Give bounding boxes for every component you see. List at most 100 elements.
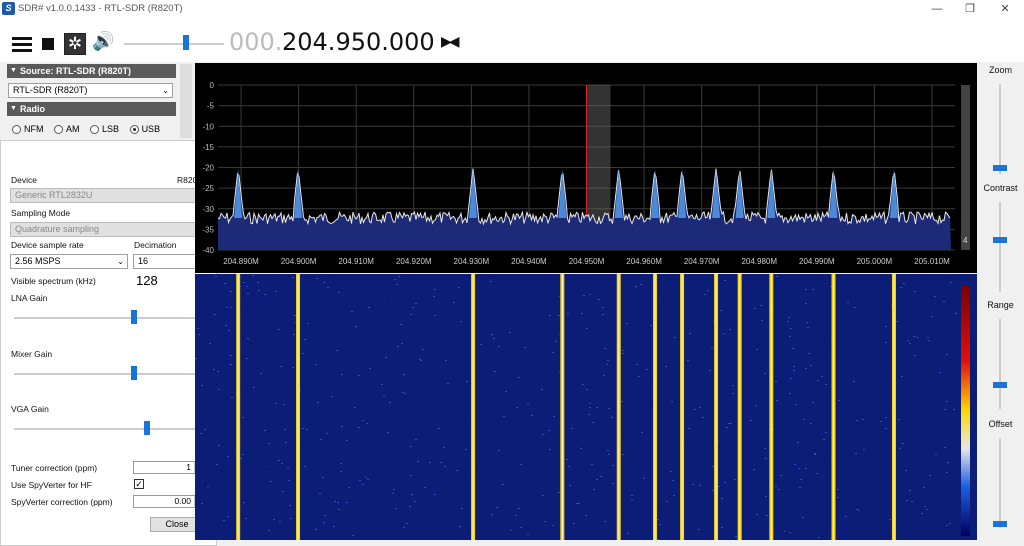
mixer-gain-slider[interactable] xyxy=(14,373,199,375)
noise-speck xyxy=(243,502,245,503)
zoom-slider[interactable] xyxy=(999,84,1001,174)
radio-am[interactable]: AM xyxy=(54,124,80,134)
noise-speck xyxy=(597,500,599,501)
noise-speck xyxy=(387,297,389,298)
noise-speck xyxy=(812,289,814,290)
noise-speck xyxy=(810,423,812,424)
offset-slider-thumb[interactable] xyxy=(993,521,1007,527)
noise-speck xyxy=(662,297,664,298)
noise-speck xyxy=(552,352,554,353)
noise-speck xyxy=(544,335,546,336)
noise-speck xyxy=(689,333,691,334)
noise-speck xyxy=(252,275,254,276)
radio-lsb[interactable]: LSB xyxy=(90,124,119,134)
close-window-button[interactable]: ✕ xyxy=(990,0,1020,18)
noise-speck xyxy=(355,326,357,327)
noise-speck xyxy=(878,410,880,411)
noise-speck xyxy=(332,296,334,297)
volume-slider-thumb[interactable] xyxy=(183,35,189,50)
radio-section-header[interactable]: Radio xyxy=(7,102,176,116)
y-tick-label: -5 xyxy=(207,102,215,111)
offset-slider[interactable] xyxy=(999,438,1001,528)
noise-speck xyxy=(260,373,262,374)
noise-speck xyxy=(818,537,820,538)
x-tick-label: 205.000M xyxy=(857,257,893,266)
noise-speck xyxy=(382,385,384,386)
radio-usb[interactable]: USB xyxy=(129,124,160,134)
speaker-icon[interactable]: 🔊 xyxy=(92,31,114,52)
vga-gain-slider[interactable] xyxy=(14,428,199,430)
restore-button[interactable]: ❐ xyxy=(955,0,985,18)
noise-speck xyxy=(631,495,633,496)
noise-speck xyxy=(607,360,609,361)
sample-rate-select[interactable]: 2.56 MSPS ⌄ xyxy=(10,254,128,269)
radio-nfm[interactable]: NFM xyxy=(12,124,44,134)
lna-gain-slider[interactable] xyxy=(14,317,199,319)
noise-speck xyxy=(223,465,225,466)
noise-speck xyxy=(780,475,782,476)
vga-gain-slider-thumb[interactable] xyxy=(144,421,151,435)
noise-speck xyxy=(592,422,594,423)
noise-speck xyxy=(723,333,725,334)
noise-speck xyxy=(765,458,767,459)
range-slider-thumb[interactable] xyxy=(993,382,1007,388)
noise-speck xyxy=(401,343,403,344)
device-select[interactable]: Generic RTL2832U⌄ xyxy=(10,188,205,203)
noise-speck xyxy=(821,376,823,377)
noise-speck xyxy=(807,309,809,310)
noise-speck xyxy=(328,505,330,506)
waterfall-display[interactable] xyxy=(195,274,977,540)
minimize-button[interactable]: — xyxy=(922,0,952,18)
source-select[interactable]: RTL-SDR (R820T) ⌄ xyxy=(8,83,173,98)
noise-speck xyxy=(553,416,555,417)
noise-speck xyxy=(397,346,399,347)
noise-speck xyxy=(856,509,858,510)
noise-speck xyxy=(591,464,593,465)
sampling-mode-select[interactable]: Quadrature sampling⌄ xyxy=(10,222,205,237)
noise-speck xyxy=(757,345,759,346)
noise-speck xyxy=(949,523,951,524)
waterfall-plot[interactable] xyxy=(195,274,977,540)
x-tick-label: 205.010M xyxy=(914,257,950,266)
spectrum-trace xyxy=(217,168,951,226)
noise-speck xyxy=(449,516,451,517)
contrast-slider[interactable] xyxy=(999,202,1001,292)
volume-slider[interactable] xyxy=(124,43,224,45)
noise-speck xyxy=(278,460,280,461)
noise-speck xyxy=(375,362,377,363)
spyverter-checkbox[interactable]: ✓ xyxy=(134,479,144,489)
gear-icon[interactable]: ✲ xyxy=(64,33,86,55)
noise-speck xyxy=(215,331,217,332)
noise-speck xyxy=(197,386,199,387)
noise-speck xyxy=(776,400,778,401)
zoom-slider-thumb[interactable] xyxy=(993,165,1007,171)
noise-speck xyxy=(489,448,491,449)
noise-speck xyxy=(795,404,797,405)
noise-speck xyxy=(527,534,529,535)
noise-speck xyxy=(766,515,768,516)
noise-speck xyxy=(359,480,361,481)
mixer-gain-slider-thumb[interactable] xyxy=(131,366,138,380)
left-panel-scrollbar[interactable] xyxy=(180,64,192,138)
spectrum-plot[interactable]: 0 -5 -10 -15 -20 -25 -30 -35 -40 204.890M 204.900M… xyxy=(195,63,977,273)
noise-speck xyxy=(333,526,335,527)
lna-gain-slider-thumb[interactable] xyxy=(131,310,138,324)
noise-speck xyxy=(341,374,343,375)
noise-speck xyxy=(775,352,777,353)
noise-speck xyxy=(302,441,304,442)
frequency-display[interactable]: 204.950.000 xyxy=(282,28,435,56)
frequency-prefix[interactable]: 000. xyxy=(229,28,282,56)
noise-speck xyxy=(926,509,928,510)
tuning-type-icon[interactable]: ▶◀ xyxy=(441,33,459,50)
menu-icon[interactable] xyxy=(12,37,32,55)
noise-speck xyxy=(571,355,573,356)
sample-rate-label: Device sample rate xyxy=(11,240,84,250)
contrast-slider-thumb[interactable] xyxy=(993,237,1007,243)
noise-speck xyxy=(282,392,284,393)
stop-icon[interactable] xyxy=(42,38,54,50)
spectrum-analyzer[interactable]: 0 -5 -10 -15 -20 -25 -30 -35 -40 204.890M 204.900M… xyxy=(195,63,977,273)
noise-speck xyxy=(688,298,690,299)
source-section-header[interactable]: Source: RTL-SDR (R820T) xyxy=(7,64,176,78)
range-slider[interactable] xyxy=(999,319,1001,409)
noise-speck xyxy=(505,391,507,392)
